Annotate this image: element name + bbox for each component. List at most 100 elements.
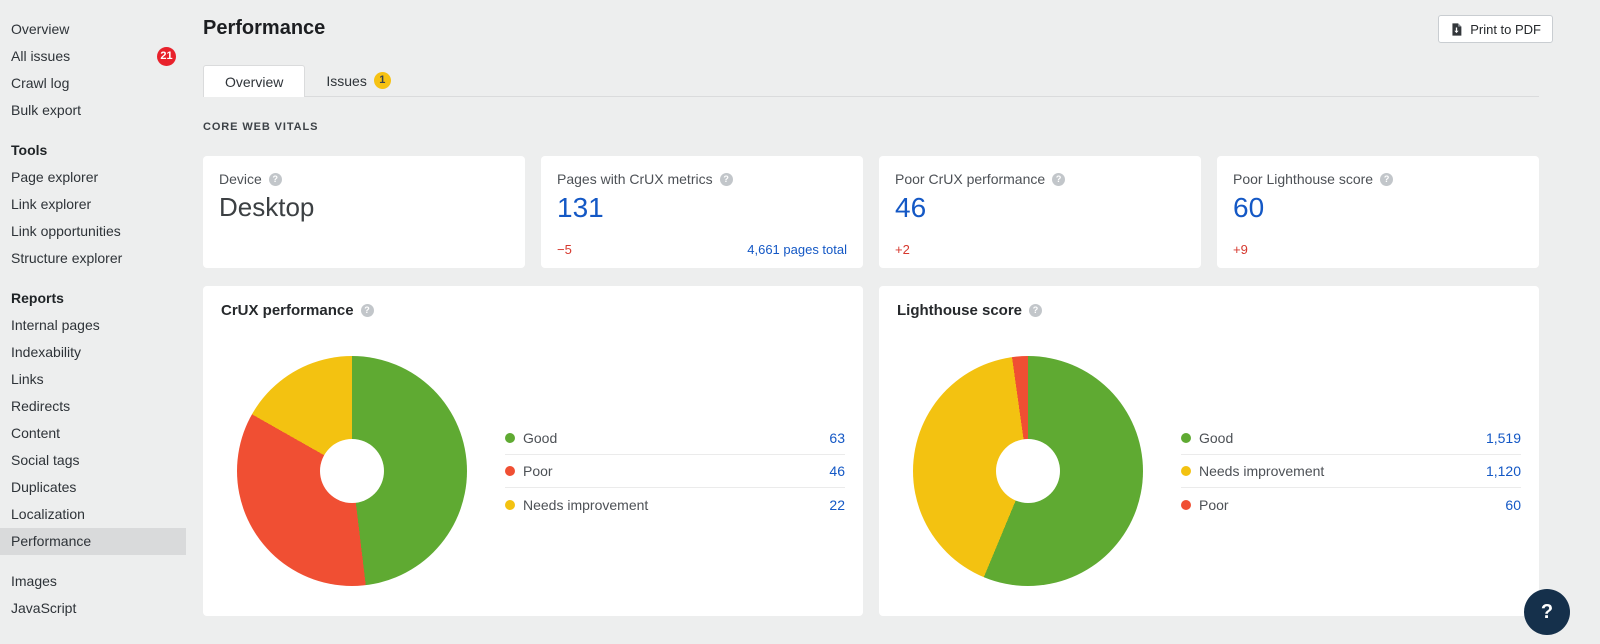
chart-title-row: Lighthouse score ? [897, 302, 1521, 319]
main-content: Performance Overview Issues 1 CORE WEB V… [203, 0, 1539, 616]
sidebar: Overview All issues 21 Crawl log Bulk ex… [0, 0, 203, 622]
legend-value-link[interactable]: 22 [829, 497, 845, 513]
sidebar-item-content[interactable]: Content [0, 420, 186, 447]
legend-value-link[interactable]: 46 [829, 463, 845, 479]
sidebar-item-javascript[interactable]: JavaScript [0, 595, 186, 622]
legend-label: Poor [1199, 497, 1229, 513]
question-icon[interactable]: ? [1029, 304, 1042, 317]
lighthouse-score-card: Lighthouse score ? Good 1,519 Needs impr… [879, 286, 1539, 616]
sidebar-item-structure-explorer[interactable]: Structure explorer [0, 245, 186, 272]
lighthouse-donut-chart[interactable] [913, 356, 1143, 586]
delta-value: −5 [557, 242, 572, 257]
sidebar-item-internal-pages[interactable]: Internal pages [0, 312, 186, 339]
legend-dot-poor [1181, 500, 1191, 510]
chart-title-row: CrUX performance ? [221, 302, 845, 319]
card-footer: −5 4,661 pages total [557, 242, 847, 257]
delta-value: +9 [1233, 242, 1248, 257]
sidebar-item-bulk-export[interactable]: Bulk export [0, 97, 186, 124]
chart-title: CrUX performance [221, 302, 354, 319]
question-icon[interactable]: ? [720, 173, 733, 186]
card-title-row: Pages with CrUX metrics ? [557, 171, 847, 187]
sidebar-item-links[interactable]: Links [0, 366, 186, 393]
legend-row: Good 63 [505, 422, 845, 455]
legend-dot-good [505, 433, 515, 443]
card-title-row: Device ? [219, 171, 509, 187]
card-title: Poor CrUX performance [895, 171, 1045, 187]
crux-donut-chart[interactable] [237, 356, 467, 586]
tab-bar: Overview Issues 1 [203, 65, 1539, 97]
poor-lighthouse-card: Poor Lighthouse score ? 60 +9 [1217, 156, 1539, 268]
card-footer: +2 [895, 242, 1185, 257]
question-icon[interactable]: ? [1052, 173, 1065, 186]
question-icon[interactable]: ? [269, 173, 282, 186]
legend-label: Good [1199, 430, 1233, 446]
sidebar-item-link-opportunities[interactable]: Link opportunities [0, 218, 186, 245]
sidebar-item-label: All issues [11, 48, 70, 64]
section-label-core-web-vitals: CORE WEB VITALS [203, 121, 1539, 133]
tab-label: Issues [326, 73, 366, 89]
legend-value-link[interactable]: 63 [829, 430, 845, 446]
chart-title: Lighthouse score [897, 302, 1022, 319]
sidebar-item-redirects[interactable]: Redirects [0, 393, 186, 420]
sidebar-item-indexability[interactable]: Indexability [0, 339, 186, 366]
delta-value: +2 [895, 242, 910, 257]
sidebar-item-link-explorer[interactable]: Link explorer [0, 191, 186, 218]
print-button-label: Print to PDF [1470, 22, 1541, 37]
pdf-file-icon [1450, 23, 1463, 36]
page-title: Performance [203, 17, 1539, 40]
sidebar-item-images[interactable]: Images [0, 568, 186, 595]
legend-dot-poor [505, 466, 515, 476]
sidebar-item-page-explorer[interactable]: Page explorer [0, 164, 186, 191]
legend-dot-needs-improvement [505, 500, 515, 510]
question-icon[interactable]: ? [361, 304, 374, 317]
card-title-row: Poor Lighthouse score ? [1233, 171, 1523, 187]
tab-label: Overview [225, 74, 283, 90]
legend-value-link[interactable]: 60 [1505, 497, 1521, 513]
sidebar-item-performance[interactable]: Performance [0, 528, 186, 555]
sidebar-item-all-issues[interactable]: All issues 21 [0, 43, 186, 70]
sidebar-header-tools: Tools [0, 137, 186, 164]
legend-dot-needs-improvement [1181, 466, 1191, 476]
legend-value-link[interactable]: 1,120 [1486, 463, 1521, 479]
sidebar-header-reports: Reports [0, 285, 186, 312]
card-footer: +9 [1233, 242, 1523, 257]
issues-count-badge: 1 [374, 72, 391, 89]
pages-total-link[interactable]: 4,661 pages total [747, 242, 847, 257]
sidebar-item-social-tags[interactable]: Social tags [0, 447, 186, 474]
help-button[interactable]: ? [1524, 589, 1570, 635]
crux-performance-card: CrUX performance ? Good 63 Poor 46 Needs… [203, 286, 863, 616]
stat-cards-row: Device ? Desktop Pages with CrUX metrics… [203, 156, 1539, 268]
help-glyph: ? [1541, 601, 1553, 624]
crux-pages-value: 131 [557, 192, 847, 224]
card-title-row: Poor CrUX performance ? [895, 171, 1185, 187]
legend-row: Poor 46 [505, 455, 845, 488]
question-icon[interactable]: ? [1380, 173, 1393, 186]
sidebar-item-crawl-log[interactable]: Crawl log [0, 70, 186, 97]
sidebar-item-duplicates[interactable]: Duplicates [0, 474, 186, 501]
legend-label: Good [523, 430, 557, 446]
card-title: Pages with CrUX metrics [557, 171, 713, 187]
poor-crux-card: Poor CrUX performance ? 46 +2 [879, 156, 1201, 268]
legend-label: Needs improvement [523, 497, 648, 513]
legend-row: Needs improvement 22 [505, 488, 845, 521]
legend-value-link[interactable]: 1,519 [1486, 430, 1521, 446]
crux-pages-card: Pages with CrUX metrics ? 131 −5 4,661 p… [541, 156, 863, 268]
lighthouse-legend: Good 1,519 Needs improvement 1,120 Poor … [1181, 422, 1521, 521]
legend-label: Poor [523, 463, 553, 479]
sidebar-item-localization[interactable]: Localization [0, 501, 186, 528]
device-card: Device ? Desktop [203, 156, 525, 268]
print-to-pdf-button[interactable]: Print to PDF [1438, 15, 1553, 43]
sidebar-item-overview[interactable]: Overview [0, 16, 186, 43]
legend-row: Needs improvement 1,120 [1181, 455, 1521, 488]
legend-label: Needs improvement [1199, 463, 1324, 479]
all-issues-count-badge: 21 [157, 47, 176, 66]
legend-dot-good [1181, 433, 1191, 443]
poor-crux-value: 46 [895, 192, 1185, 224]
charts-row: CrUX performance ? Good 63 Poor 46 Needs… [203, 286, 1539, 616]
legend-row: Poor 60 [1181, 488, 1521, 521]
crux-legend: Good 63 Poor 46 Needs improvement 22 [505, 422, 845, 521]
card-title: Poor Lighthouse score [1233, 171, 1373, 187]
tab-issues[interactable]: Issues 1 [305, 65, 411, 96]
tab-overview[interactable]: Overview [203, 65, 305, 97]
device-value: Desktop [219, 192, 509, 223]
